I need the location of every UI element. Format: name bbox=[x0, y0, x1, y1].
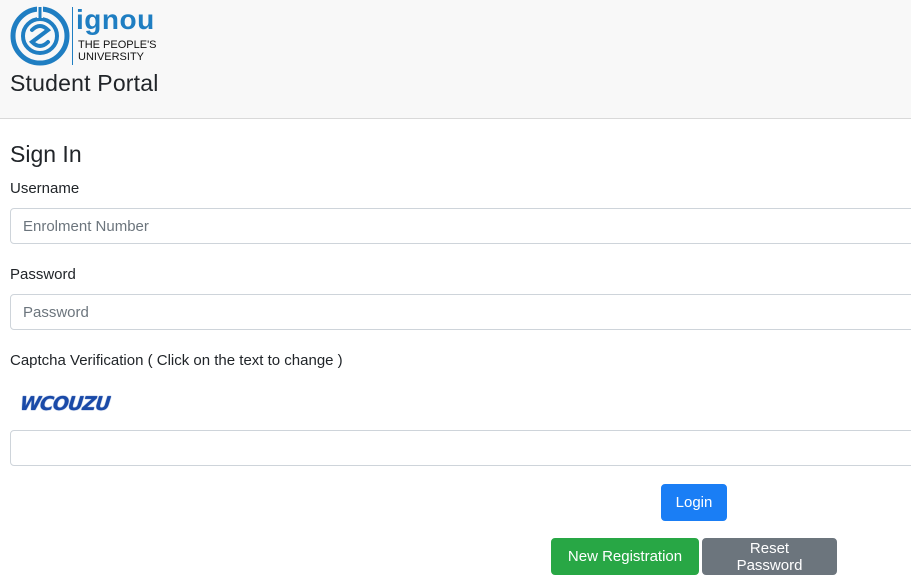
password-label: Password bbox=[10, 266, 76, 283]
logo-tagline-line1: THE PEOPLE'S bbox=[78, 39, 157, 51]
captcha-input[interactable] bbox=[10, 430, 911, 466]
new-registration-button[interactable]: New Registration bbox=[551, 538, 699, 575]
logo-wordmark: ignou bbox=[76, 4, 155, 35]
login-button[interactable]: Login bbox=[661, 484, 727, 521]
ignou-logo[interactable]: ignou THE PEOPLE'S UNIVERSITY bbox=[10, 5, 160, 67]
password-input[interactable] bbox=[10, 294, 911, 330]
reset-password-button[interactable]: Reset Password bbox=[702, 538, 837, 575]
ignou-emblem-icon bbox=[10, 6, 70, 66]
captcha-label: Captcha Verification ( Click on the text… bbox=[10, 352, 343, 369]
page-header: ignou THE PEOPLE'S UNIVERSITY Student Po… bbox=[0, 0, 911, 119]
captcha-image[interactable]: WCOUZU bbox=[19, 393, 111, 415]
username-input[interactable] bbox=[10, 208, 911, 244]
signin-heading: Sign In bbox=[10, 141, 82, 167]
logo-divider bbox=[72, 7, 73, 65]
portal-title: Student Portal bbox=[10, 70, 159, 96]
username-label: Username bbox=[10, 180, 80, 197]
logo-tagline-line2: UNIVERSITY bbox=[78, 51, 145, 63]
